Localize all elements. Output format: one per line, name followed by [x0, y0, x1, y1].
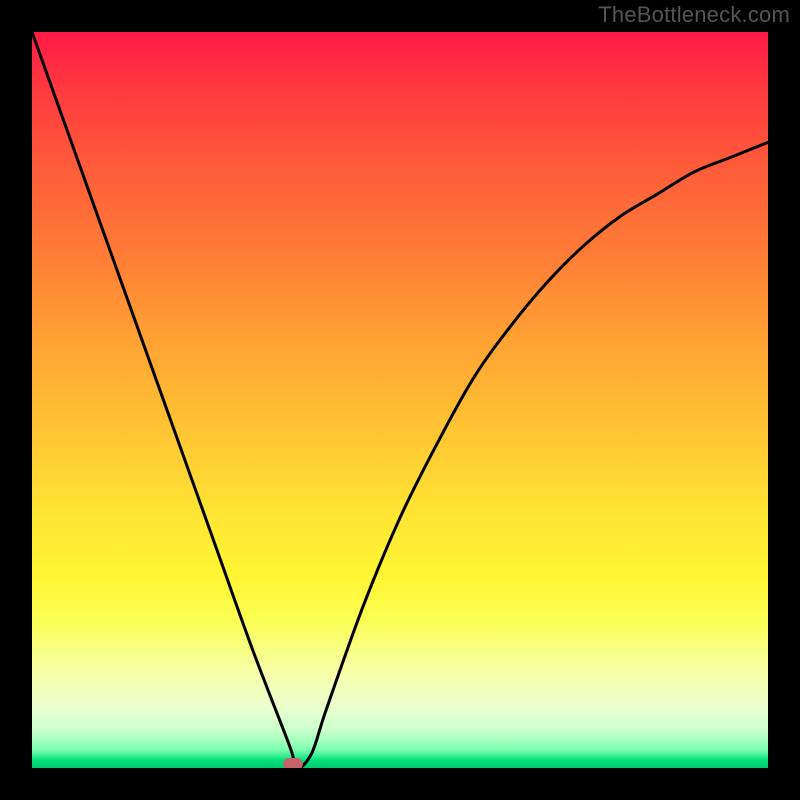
chart-frame: TheBottleneck.com [0, 0, 800, 800]
plot-area [32, 32, 768, 768]
curve-layer [32, 32, 768, 768]
minimum-marker [283, 758, 303, 768]
bottleneck-curve [32, 32, 768, 768]
watermark-text: TheBottleneck.com [598, 2, 790, 28]
